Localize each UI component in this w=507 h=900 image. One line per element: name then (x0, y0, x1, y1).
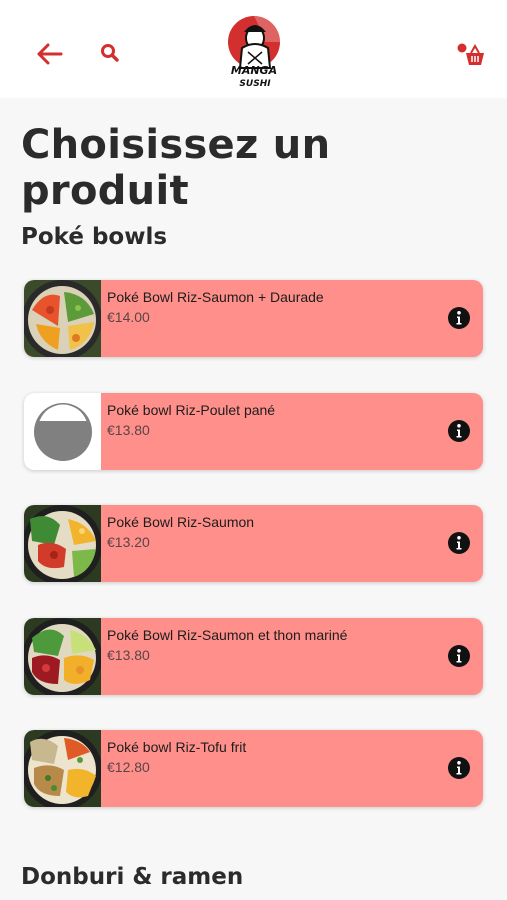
info-icon[interactable] (447, 306, 471, 330)
product-image (24, 280, 101, 357)
product-price: €13.80 (107, 646, 150, 663)
product-card[interactable]: Poké bowl Riz-Tofu frit €12.80 (24, 730, 483, 807)
product-card[interactable]: Poké bowl Riz-Poulet pané €13.80 (24, 392, 483, 470)
cart-button[interactable] (454, 38, 488, 70)
product-image (24, 505, 101, 582)
product-name: Poké Bowl Riz-Saumon et thon mariné (107, 626, 348, 643)
section-title-donburi-ramen: Donburi & ramen (21, 864, 244, 890)
image-placeholder-icon (24, 392, 101, 470)
product-name: Poké bowl Riz-Poulet pané (107, 401, 276, 418)
product-image (24, 730, 101, 807)
info-icon[interactable] (447, 644, 471, 668)
info-icon[interactable] (447, 756, 471, 780)
svg-text:SUSHI: SUSHI (239, 79, 271, 89)
product-image (24, 392, 101, 470)
product-price: €14.00 (107, 309, 150, 325)
svg-text:MANGA: MANGA (231, 64, 277, 77)
search-icon (101, 44, 119, 62)
product-list: Poké Bowl Riz-Saumon + Daurade €14.00 Po… (24, 280, 483, 843)
product-card[interactable]: Poké Bowl Riz-Saumon et thon mariné €13.… (24, 617, 483, 695)
top-bar: MANGA SUSHI (0, 0, 507, 98)
page-title: Choisissez un produit (21, 122, 331, 214)
search-button[interactable] (96, 39, 124, 67)
product-name: Poké Bowl Riz-Saumon (107, 514, 255, 530)
product-name: Poké bowl Riz-Tofu frit (107, 739, 247, 755)
info-icon[interactable] (447, 419, 471, 443)
product-price: €12.80 (107, 759, 150, 775)
arrow-left-icon (37, 43, 63, 65)
brand-logo[interactable]: MANGA SUSHI (222, 14, 286, 90)
cart-icon (457, 43, 484, 65)
back-button[interactable] (34, 38, 66, 70)
product-card[interactable]: Poké Bowl Riz-Saumon + Daurade €14.00 (24, 280, 483, 357)
info-icon[interactable] (447, 531, 471, 555)
product-card[interactable]: Poké Bowl Riz-Saumon €13.20 (24, 505, 483, 582)
section-title-poke-bowls: Poké bowls (21, 224, 168, 250)
product-price: €13.80 (107, 421, 150, 438)
product-name: Poké Bowl Riz-Saumon + Daurade (107, 289, 324, 305)
product-image (24, 617, 101, 695)
product-price: €13.20 (107, 534, 150, 550)
